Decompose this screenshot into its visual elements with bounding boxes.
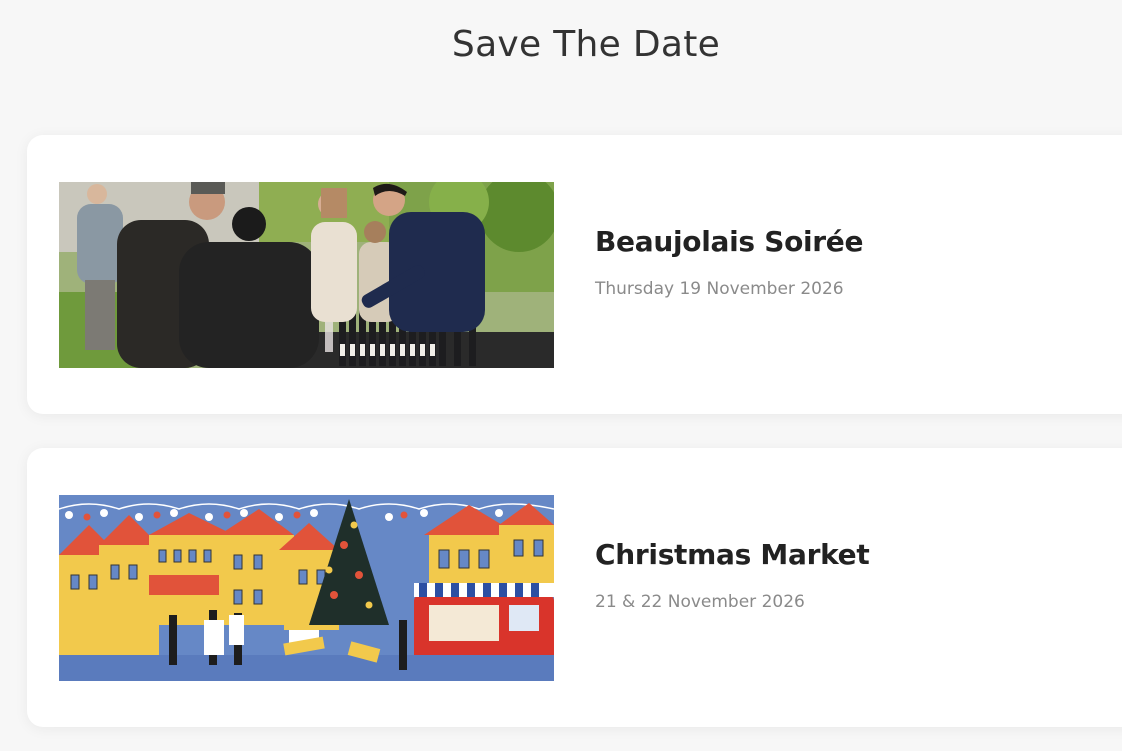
event-title[interactable]: Beaujolais Soirée xyxy=(595,225,863,258)
wine-tasting-photo xyxy=(59,182,554,368)
page-title: Save The Date xyxy=(451,24,721,65)
event-date: Thursday 19 November 2026 xyxy=(595,279,844,299)
event-card-christmas-market[interactable]: Christmas Market 21 & 22 November 2026 xyxy=(27,448,1122,727)
event-title[interactable]: Christmas Market xyxy=(595,538,870,571)
event-image-christmas-market[interactable] xyxy=(59,495,554,681)
event-image-beaujolais[interactable] xyxy=(59,182,554,368)
christmas-market-illustration xyxy=(59,495,554,681)
event-card-beaujolais[interactable]: Beaujolais Soirée Thursday 19 November 2… xyxy=(27,135,1122,414)
event-date: 21 & 22 November 2026 xyxy=(595,592,805,612)
page: Save The Date Beaujolais Soirée Thursday… xyxy=(0,0,1122,751)
